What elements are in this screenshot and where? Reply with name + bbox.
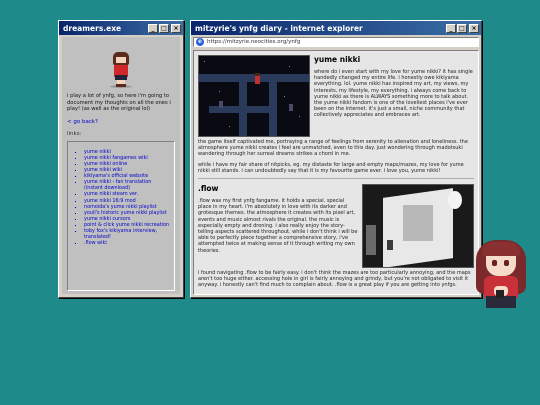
madotsuki-decoration-icon bbox=[470, 236, 532, 316]
links-heading: links: bbox=[67, 130, 82, 137]
link-item[interactable]: .flow wiki bbox=[84, 240, 170, 246]
minimize-button[interactable]: _ bbox=[148, 23, 158, 33]
close-button[interactable]: × bbox=[171, 23, 181, 33]
link-item[interactable]: toby fox's kikiyama interview, translate… bbox=[84, 228, 170, 240]
ie-window-title: mitzyrie's ynfg diary - internet explore… bbox=[195, 23, 363, 33]
section-divider bbox=[198, 178, 474, 180]
dreamers-window-title: dreamers.exe bbox=[63, 23, 122, 33]
close-button[interactable]: × bbox=[469, 23, 479, 33]
maximize-button[interactable]: □ bbox=[159, 23, 169, 33]
section-flow: .flow .flow was my first ynfg fangame. i… bbox=[198, 184, 474, 289]
intro-text: i play a lot of ynfg, so here i'm going … bbox=[67, 93, 171, 113]
ie-titlebar[interactable]: mitzyrie's ynfg diary - internet explore… bbox=[191, 21, 481, 35]
minimize-button[interactable]: _ bbox=[446, 23, 456, 33]
ie-window: mitzyrie's ynfg diary - internet explore… bbox=[190, 20, 482, 298]
go-back-link[interactable]: < go back? bbox=[67, 119, 175, 125]
section-paragraph: i found navigating .flow to be fairly ea… bbox=[198, 270, 471, 289]
madotsuki-sprite-icon bbox=[104, 49, 138, 88]
flow-screenshot bbox=[362, 184, 474, 269]
maximize-button[interactable]: □ bbox=[457, 23, 467, 33]
dreamers-body: i play a lot of ynfg, so here i'm going … bbox=[62, 37, 180, 294]
section-paragraph: the game itself captivated me, portrayin… bbox=[198, 139, 468, 158]
section-yume-nikki: yume nikki where do i even start with my… bbox=[198, 55, 474, 174]
ie-logo-icon: e bbox=[196, 38, 204, 46]
dreamers-window: dreamers.exe _ □ × i play a lot of ynfg,… bbox=[58, 20, 184, 298]
links-list: yume nikki yume nikki fangames wiki yume… bbox=[84, 149, 170, 247]
section-paragraph: while i have my fair share of nitpicks, … bbox=[198, 161, 464, 174]
links-list-box: yume nikki yume nikki fangames wiki yume… bbox=[67, 140, 175, 291]
yume-nikki-screenshot bbox=[198, 55, 310, 137]
link-item[interactable]: youll's historic yume nikki playlist bbox=[84, 210, 170, 216]
dreamers-titlebar[interactable]: dreamers.exe _ □ × bbox=[59, 21, 183, 35]
link-item[interactable]: yume nikki - fan translation (instant do… bbox=[84, 179, 170, 191]
page-content[interactable]: yume nikki where do i even start with my… bbox=[193, 50, 479, 295]
address-bar[interactable]: e https://mitzyrie.neocities.org/ynfg bbox=[193, 37, 479, 47]
address-url: https://mitzyrie.neocities.org/ynfg bbox=[207, 39, 301, 45]
